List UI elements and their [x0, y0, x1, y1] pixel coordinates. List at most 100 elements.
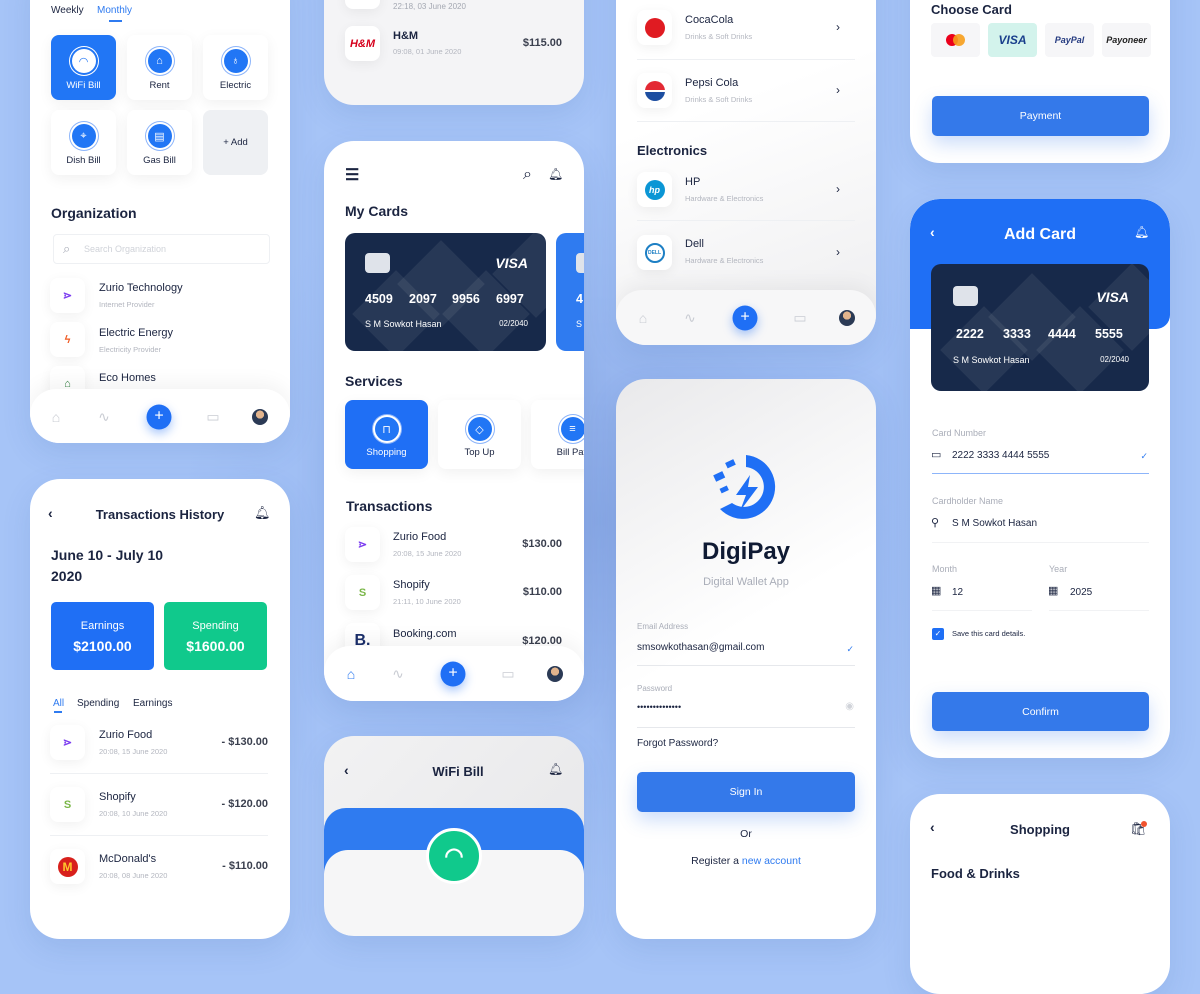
activity-icon[interactable]: ∿ [684, 309, 696, 326]
add-button[interactable]: + [146, 404, 172, 429]
txn-name: Booking.com [393, 628, 457, 640]
add-button[interactable]: + [732, 305, 758, 330]
pepsi-logo [637, 73, 672, 108]
add-tile-button[interactable]: + Add [203, 110, 268, 175]
home-icon[interactable]: ⌂ [347, 666, 355, 682]
org-name[interactable]: Electric Energy [99, 327, 173, 340]
txn-name: Shopify [393, 579, 430, 591]
search-placeholder: Search Organization [84, 244, 167, 254]
txn-amount: $130.00 [522, 538, 562, 550]
chevron-right-icon[interactable]: › [836, 20, 840, 34]
eye-icon[interactable]: ◉ [845, 701, 854, 713]
home-icon[interactable]: ⌂ [52, 409, 60, 425]
credit-card[interactable]: VISA 4509 2097 9956 6997 S M Sowkot Hasa… [345, 233, 546, 351]
tab-all[interactable]: All [53, 698, 64, 710]
forgot-password-link[interactable]: Forgot Password? [637, 738, 718, 750]
dell-logo: DELL [637, 235, 672, 270]
choose-card-title: Choose Card [931, 2, 1012, 17]
email-input[interactable]: smsowkothasan@gmail.com [637, 642, 764, 654]
tile-wifi-bill[interactable]: ◠ WiFi Bill [51, 35, 116, 100]
chevron-right-icon[interactable]: › [836, 83, 840, 97]
choose-card-screen: Choose Card VISA PayPal Payoneer Payment [910, 0, 1170, 163]
card-icon[interactable]: ▭ [501, 665, 514, 682]
earnings-card[interactable]: Earnings $2100.00 [51, 602, 154, 670]
sign-in-button[interactable]: Sign In [637, 772, 855, 812]
txn-name: Shopify [99, 791, 136, 803]
year-label: Year [1049, 564, 1068, 574]
txn-amount: $110.00 [522, 586, 562, 598]
tab-earnings[interactable]: Earnings [133, 698, 172, 710]
bell-icon[interactable]: 🔔︎ [1134, 225, 1149, 239]
spending-card[interactable]: Spending $1600.00 [164, 602, 267, 670]
search-organization-input[interactable]: ⌕ Search Organization [53, 234, 270, 264]
avatar[interactable] [839, 309, 855, 326]
bell-icon[interactable]: 🔔︎ [254, 505, 271, 521]
merchant-name[interactable]: Dell [685, 238, 704, 251]
cardholder-label: Cardholder Name [932, 496, 1004, 506]
txn-date: 20:08, 10 June 2020 [99, 809, 168, 818]
password-input[interactable]: •••••••••••••• [637, 702, 681, 713]
payoneer-option[interactable]: Payoneer [1102, 23, 1151, 57]
confirm-button[interactable]: Confirm [932, 692, 1149, 731]
bell-icon[interactable]: 🔔︎ [548, 762, 563, 776]
avatar[interactable] [252, 408, 268, 425]
tab-spending[interactable]: Spending [77, 698, 119, 710]
search-icon[interactable]: ⌕ [523, 165, 532, 184]
visa-logo: VISA [1096, 289, 1129, 305]
activity-icon[interactable]: ∿ [392, 665, 404, 682]
card-icon[interactable]: ▭ [206, 408, 219, 425]
earnings-label: Earnings [80, 620, 125, 632]
month-input[interactable]: 12 [952, 587, 963, 599]
credit-card-2[interactable]: 4 S [556, 233, 584, 351]
avatar[interactable] [547, 665, 563, 682]
menu-icon[interactable]: ☰ [345, 166, 359, 185]
org-name[interactable]: Eco Homes [99, 372, 156, 385]
home-icon[interactable]: ⌂ [639, 310, 647, 326]
new-account-link[interactable]: new account [742, 855, 801, 867]
visa-option[interactable]: VISA [988, 23, 1037, 57]
card-icon[interactable]: ▭ [793, 309, 806, 326]
txn-name: H&M [393, 30, 419, 42]
wifi-icon: ◠ [426, 828, 482, 884]
card-number-group: 6997 [496, 292, 524, 306]
bell-icon[interactable]: 🔔︎ [548, 167, 563, 181]
chevron-right-icon[interactable]: › [836, 245, 840, 259]
save-card-checkbox[interactable]: ✓ [932, 628, 944, 640]
tile-label: Electric [219, 80, 252, 91]
cardholder-input[interactable]: S M Sowkot Hasan [952, 518, 1037, 530]
satellite-icon: ⌖ [71, 124, 96, 148]
merchant-name[interactable]: Pepsi Cola [685, 77, 738, 90]
page-title: WiFi Bill [432, 764, 484, 779]
card-number-input[interactable]: 2222 3333 4444 5555 [952, 450, 1049, 462]
activity-icon[interactable]: ∿ [98, 408, 110, 425]
electric-energy-logo: ϟ [50, 322, 85, 357]
zurio-food-logo: ⋗ [345, 527, 380, 562]
page-title: Transactions History [95, 507, 225, 522]
txn-amount: - $110.00 [222, 860, 268, 872]
chip-icon [953, 286, 978, 306]
tab-monthly[interactable]: Monthly [97, 5, 132, 17]
tile-gas-bill[interactable]: ▤ Gas Bill [127, 110, 192, 175]
register-text: Register a [691, 855, 742, 867]
service-top-up[interactable]: ◇ Top Up [438, 400, 521, 469]
chevron-right-icon[interactable]: › [836, 182, 840, 196]
org-sub: Electricity Provider [99, 345, 162, 354]
year-input[interactable]: 2025 [1070, 587, 1092, 599]
service-label: Bill Pay [556, 447, 584, 458]
paypal-option[interactable]: PayPal [1045, 23, 1094, 57]
merchant-name[interactable]: CocaCola [685, 14, 733, 27]
service-bill-pay[interactable]: ≡ Bill Pay [531, 400, 584, 469]
zurio-logo: ⋗ [50, 278, 85, 313]
section-title: Electronics [637, 143, 708, 158]
tile-rent[interactable]: ⌂ Rent [127, 35, 192, 100]
org-name[interactable]: Zurio Technology [99, 282, 183, 295]
mastercard-option[interactable] [931, 23, 980, 57]
tile-dish-bill[interactable]: ⌖ Dish Bill [51, 110, 116, 175]
add-button[interactable]: + [440, 661, 466, 686]
tile-electric[interactable]: ♁ Electric [203, 35, 268, 100]
service-shopping[interactable]: ⊓ Shopping [345, 400, 428, 469]
tab-weekly[interactable]: Weekly [51, 5, 84, 17]
payment-button[interactable]: Payment [932, 96, 1149, 136]
merchant-name[interactable]: HP [685, 176, 700, 189]
mcdonalds-logo: M [50, 849, 85, 884]
